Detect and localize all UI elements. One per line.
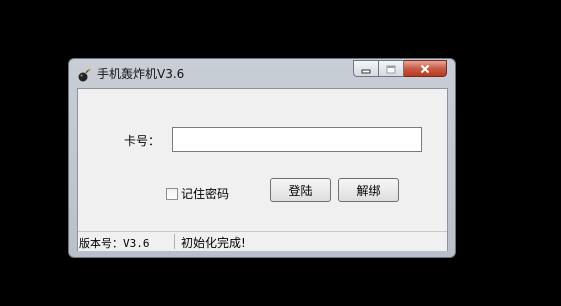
version-text: 版本号：V3.6	[79, 237, 150, 250]
title-bar[interactable]: 手机轰炸机V3.6	[69, 59, 455, 87]
login-button[interactable]: 登陆	[270, 178, 331, 202]
status-message: 初始化完成!	[181, 236, 246, 250]
maximize-button[interactable]	[379, 60, 404, 77]
card-number-input[interactable]	[172, 127, 422, 152]
caption-buttons	[353, 60, 447, 78]
window-title: 手机轰炸机V3.6	[97, 67, 185, 81]
remember-password-option[interactable]: 记住密码	[166, 185, 229, 202]
minimize-icon	[361, 59, 371, 78]
card-number-label: 卡号：	[124, 134, 161, 148]
client-area: 卡号： 记住密码 登陆 解绑 版本号：V3.6 初始化完成!	[77, 88, 448, 251]
app-window: 手机轰炸机V3.6 卡号： 记住密码 登陆 解绑 版本号：V3.6 初始化完成!	[68, 58, 456, 258]
minimize-button[interactable]	[353, 60, 379, 77]
status-divider	[174, 234, 175, 249]
close-button[interactable]	[404, 60, 447, 77]
status-bar: 版本号：V3.6 初始化完成!	[78, 231, 447, 251]
maximize-icon	[386, 59, 396, 78]
close-icon	[420, 59, 430, 78]
bomb-icon	[77, 67, 91, 82]
remember-password-checkbox[interactable]	[166, 187, 178, 200]
unbind-button[interactable]: 解绑	[338, 178, 399, 202]
remember-password-label: 记住密码	[181, 187, 230, 201]
